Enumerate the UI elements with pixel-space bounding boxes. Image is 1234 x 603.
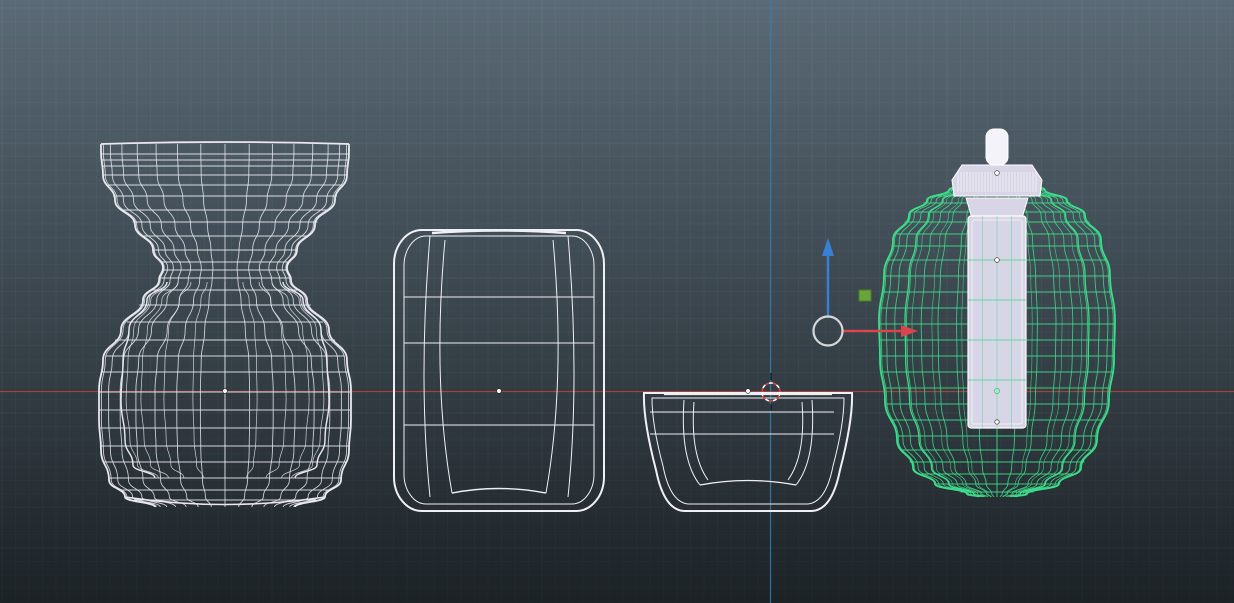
viewport-background xyxy=(0,0,1234,603)
3d-viewport[interactable] xyxy=(0,0,1234,603)
viewport-scene[interactable] xyxy=(0,0,1234,603)
plane-handle-icon[interactable] xyxy=(858,289,872,302)
